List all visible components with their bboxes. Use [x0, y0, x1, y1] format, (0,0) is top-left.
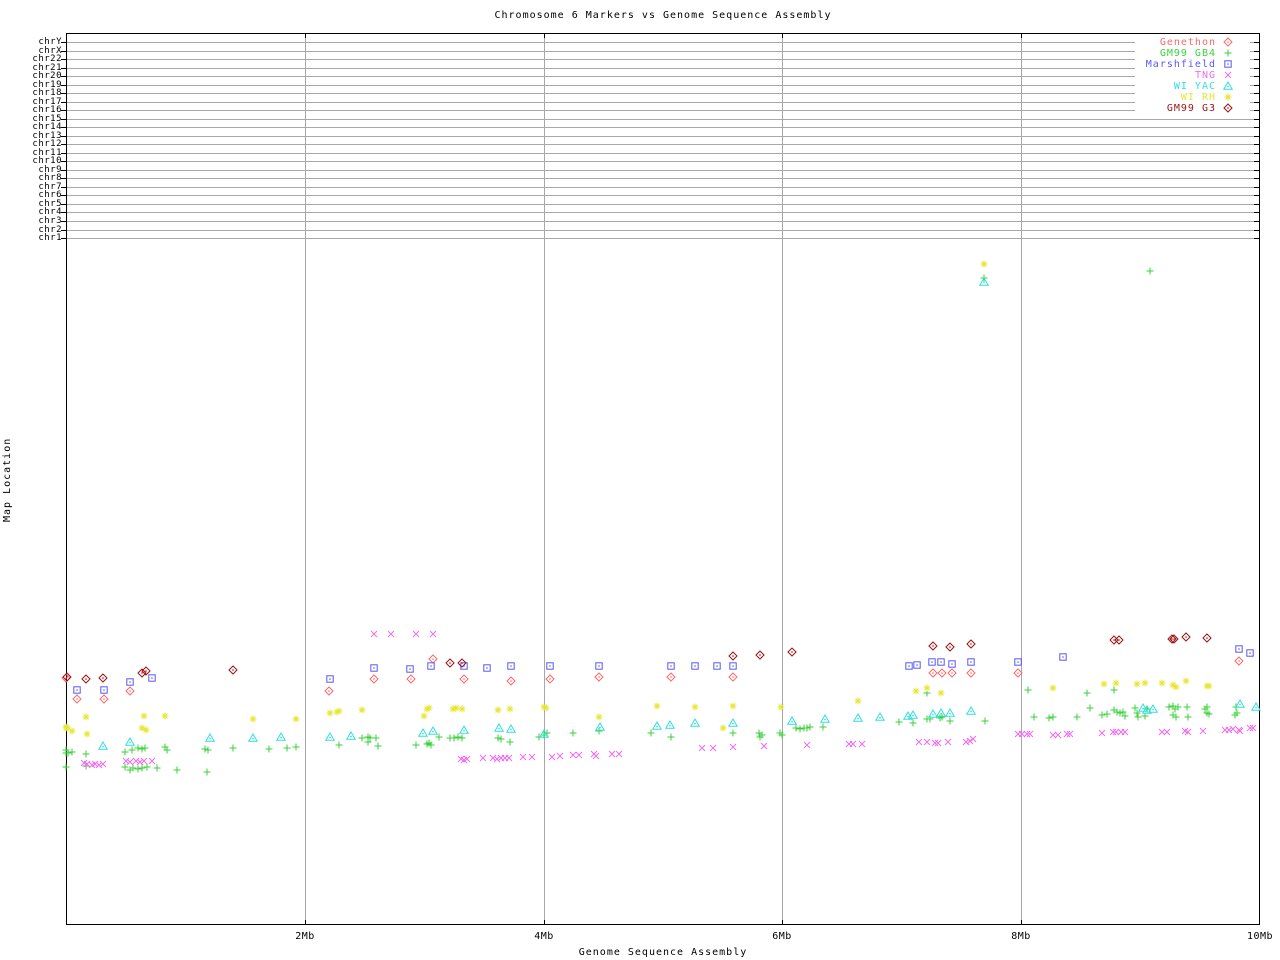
x-tick-label-10Mb: 10Mb	[1246, 931, 1274, 942]
chr-axis-label-chr20: chr20	[32, 71, 62, 82]
chr-axis-label-chr22: chr22	[32, 54, 62, 64]
legend-label-wi-rh: WI RH	[1180, 92, 1216, 103]
legend-label-genethon: Genethon	[1159, 37, 1216, 48]
legend-label-tng: TNG	[1194, 70, 1216, 81]
x-tick-label-6Mb: 6Mb	[772, 931, 792, 942]
x-axis-label: Genome Sequence Assembly	[578, 947, 748, 958]
legend-label-gm99-gb4: GM99 GB4	[1159, 48, 1216, 59]
chart-canvas: Chromosome 6 Markers vs Genome Sequence …	[0, 0, 1280, 960]
chart-title: Chromosome 6 Markers vs Genome Sequence …	[494, 10, 832, 21]
chr-axis-label-chr16: chr16	[32, 105, 62, 116]
chr-axis-label-chr1: chr1	[38, 233, 62, 243]
chr-axis-label-chrY: chrY	[38, 37, 62, 47]
plot-area-border	[66, 33, 1260, 925]
chr-axis-label-chr14: chr14	[32, 122, 62, 133]
legend-label-marshfield: Marshfield	[1145, 59, 1216, 70]
y-axis-label: Map Location	[2, 437, 13, 523]
legend-marker-diamond-dot-icon	[1223, 103, 1233, 113]
x-tick-label-4Mb: 4Mb	[534, 931, 554, 942]
x-tick-label-2Mb: 2Mb	[295, 931, 315, 942]
x-tick-label-8Mb: 8Mb	[1011, 931, 1031, 942]
legend-label-wi-yac: WI YAC	[1173, 81, 1216, 92]
chr-axis-label-chr3: chr3	[38, 216, 62, 226]
chr-axis-label-chr18: chr18	[32, 88, 62, 99]
legend-label-gm99-g3: GM99 G3	[1166, 103, 1216, 114]
